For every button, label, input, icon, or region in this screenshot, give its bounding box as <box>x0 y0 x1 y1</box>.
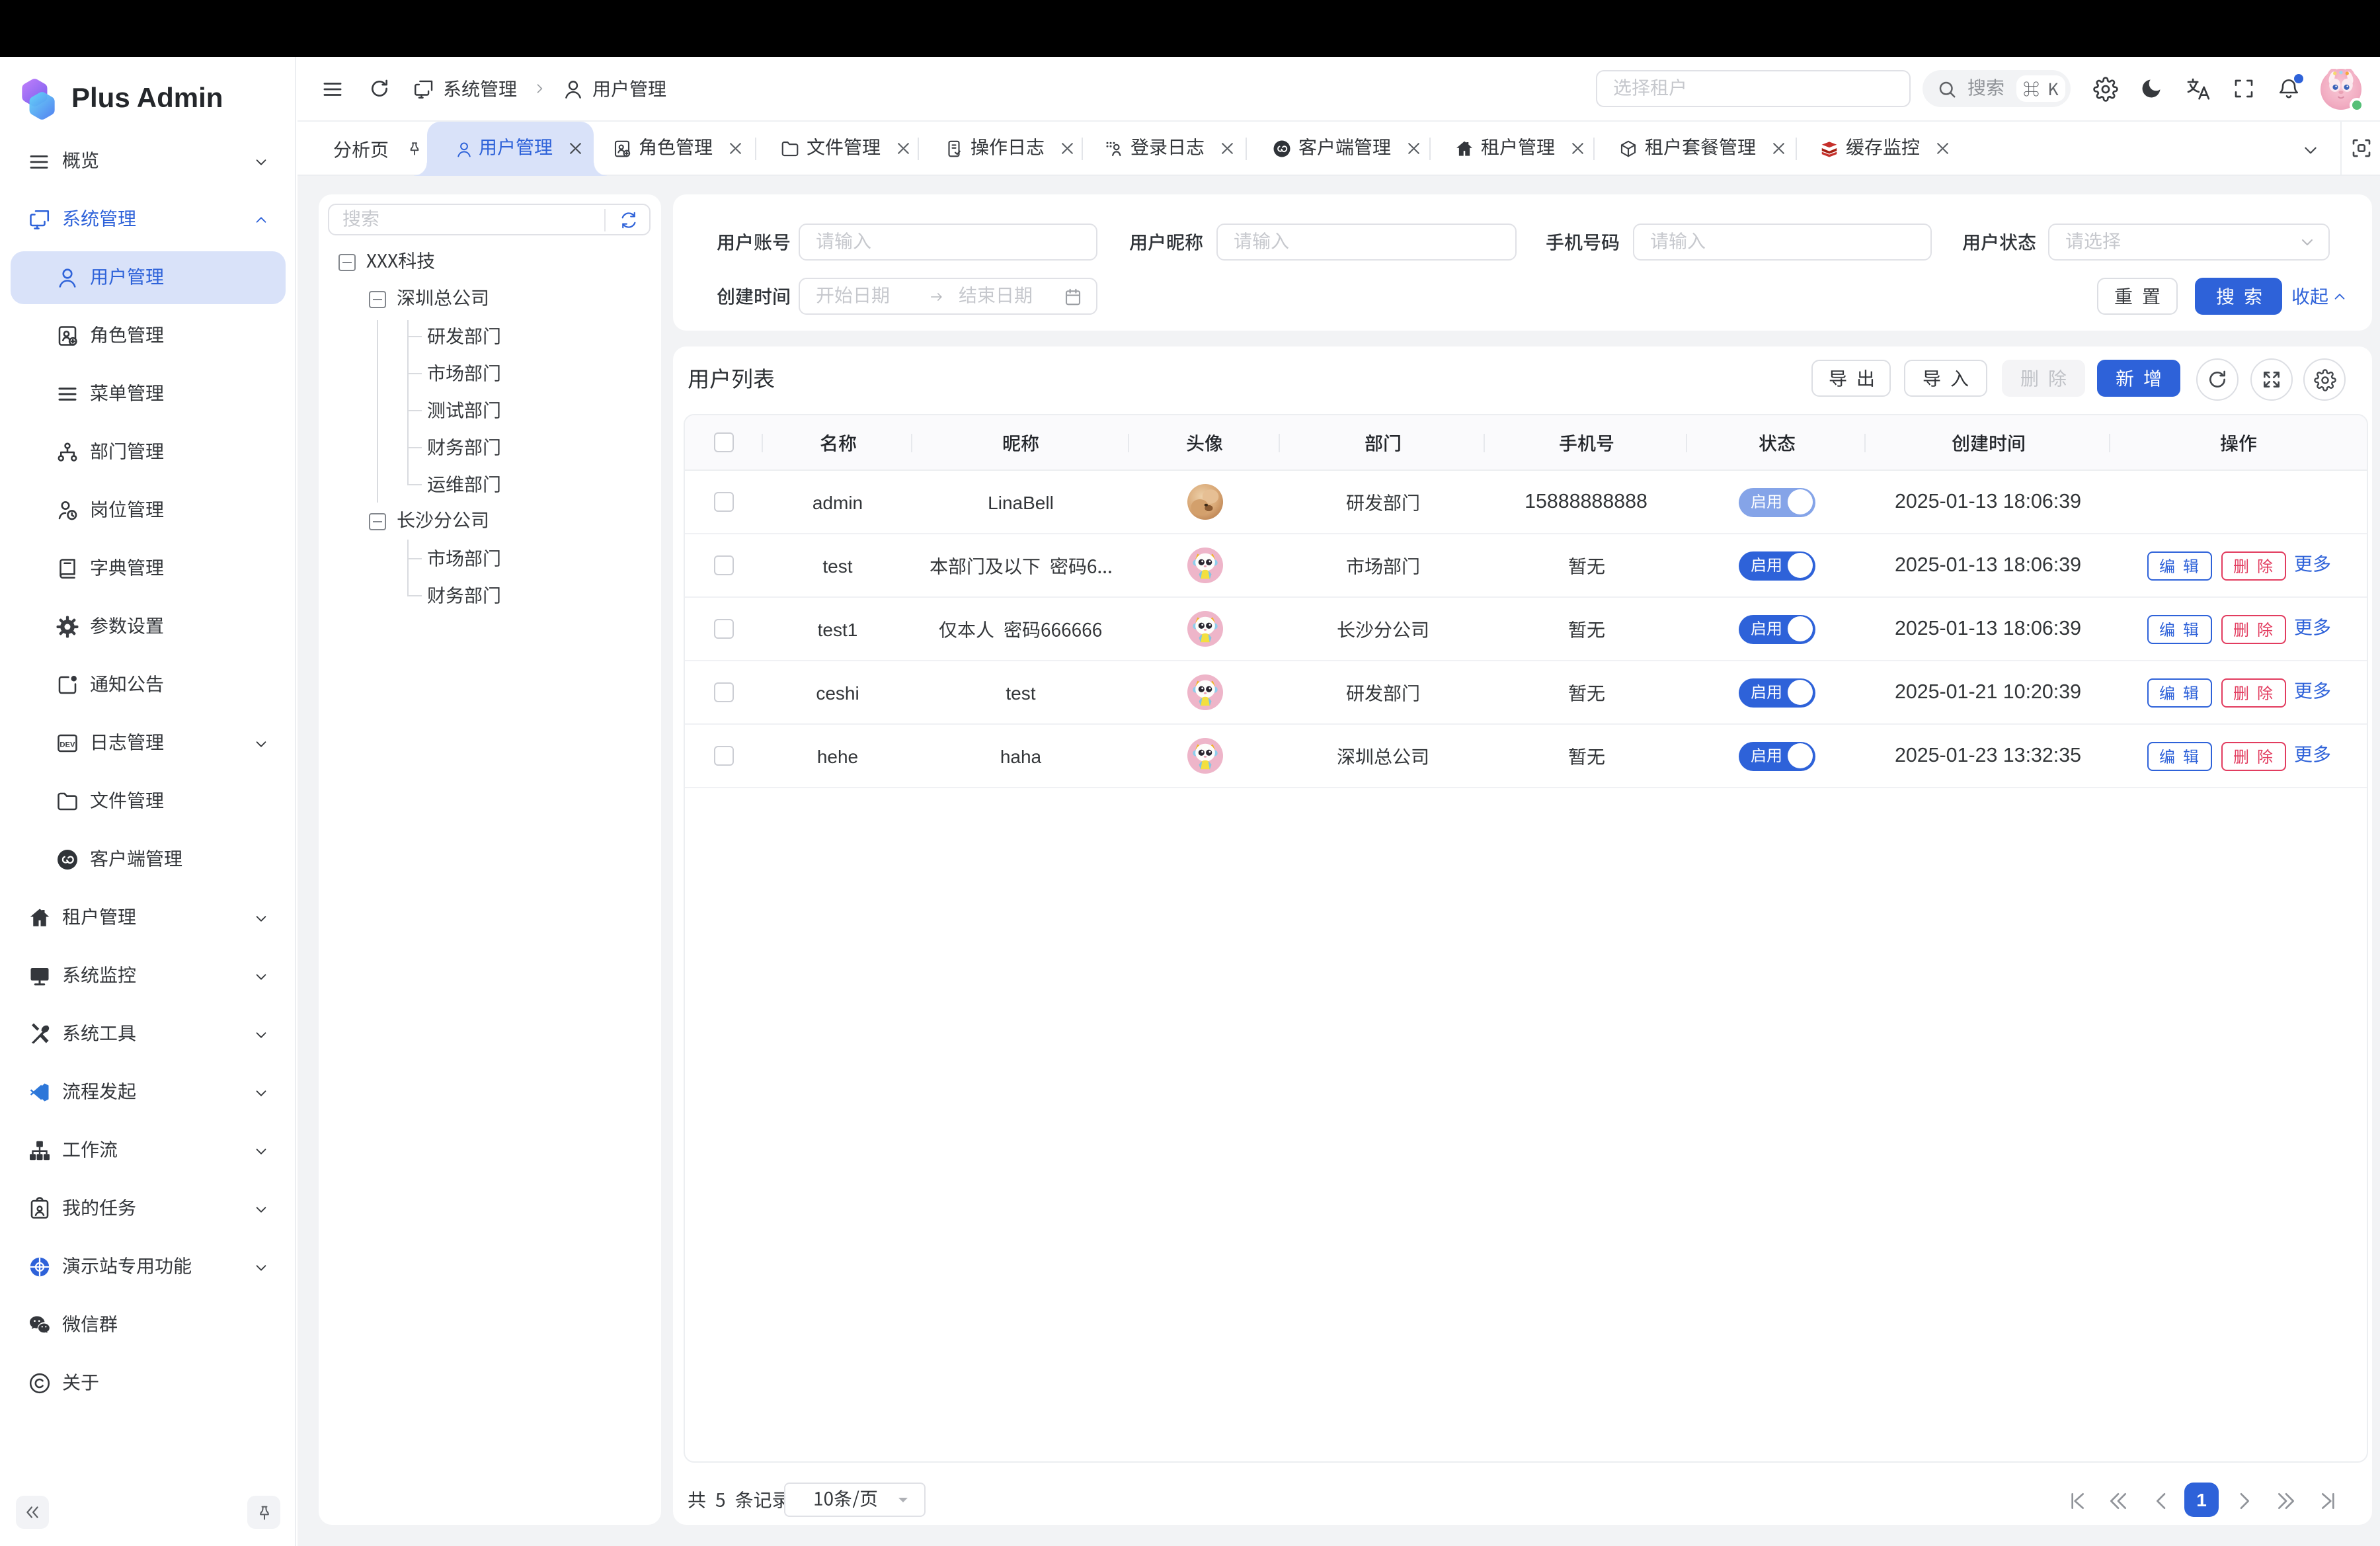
svg-text:DEV: DEV <box>59 741 75 749</box>
